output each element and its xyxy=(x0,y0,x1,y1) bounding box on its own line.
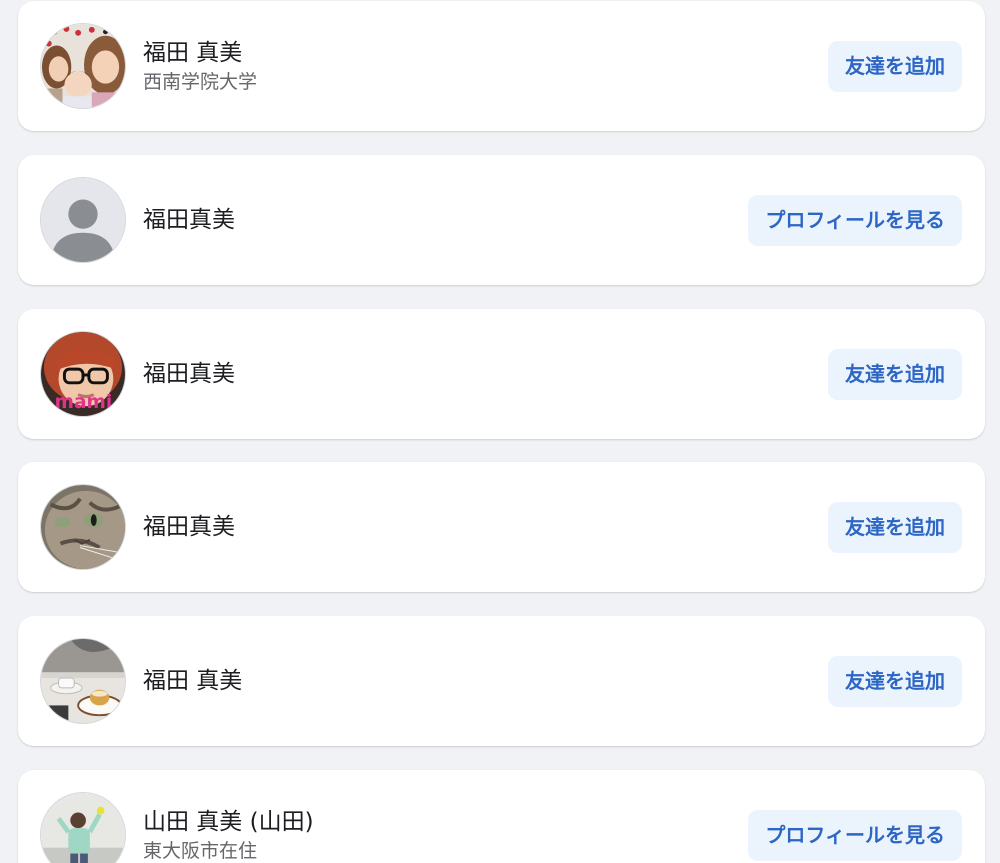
default-profile-silhouette-icon[interactable] xyxy=(40,177,126,263)
search-results-list: 福田 真美 西南学院大学 友達を追加 福田真美 プロフィールを見る mami 福… xyxy=(0,0,1000,863)
result-name[interactable]: 福田 真美 xyxy=(143,38,257,68)
result-card[interactable]: 山田 真美 (山田) 東大阪市在住 プロフィールを見る xyxy=(18,770,985,863)
photo-avatar-family-icon[interactable] xyxy=(40,23,126,109)
photo-avatar-cafe-icon[interactable] xyxy=(40,638,126,724)
result-card[interactable]: 福田真美 友達を追加 xyxy=(18,462,985,592)
svg-text:mami: mami xyxy=(55,392,113,413)
result-info: 福田真美 xyxy=(143,309,235,439)
result-subtitle: 西南学院大学 xyxy=(143,70,258,93)
result-info: 山田 真美 (山田) 東大阪市在住 xyxy=(143,770,314,863)
result-info: 福田真美 xyxy=(143,462,235,592)
result-name[interactable]: 福田真美 xyxy=(143,205,235,235)
add-friend-button[interactable]: 友達を追加 xyxy=(828,656,962,707)
result-info: 福田 真美 西南学院大学 xyxy=(143,1,257,131)
result-info: 福田真美 xyxy=(143,155,235,285)
result-card[interactable]: mami 福田真美 友達を追加 xyxy=(18,309,985,439)
add-friend-button[interactable]: 友達を追加 xyxy=(828,41,962,92)
result-name[interactable]: 福田真美 xyxy=(143,512,235,542)
result-card[interactable]: 福田 真美 友達を追加 xyxy=(18,616,985,746)
photo-avatar-glasses-icon[interactable]: mami xyxy=(40,331,126,417)
result-subtitle: 東大阪市在住 xyxy=(143,839,258,862)
view-profile-button[interactable]: プロフィールを見る xyxy=(748,810,962,861)
result-card[interactable]: 福田真美 プロフィールを見る xyxy=(18,155,985,285)
result-info: 福田 真美 xyxy=(143,616,242,746)
result-name[interactable]: 福田 真美 xyxy=(143,666,242,696)
view-profile-button[interactable]: プロフィールを見る xyxy=(748,195,962,246)
result-name[interactable]: 山田 真美 (山田) xyxy=(143,807,314,837)
add-friend-button[interactable]: 友達を追加 xyxy=(828,502,962,553)
add-friend-button[interactable]: 友達を追加 xyxy=(828,349,962,400)
photo-avatar-cat-icon[interactable] xyxy=(40,484,126,570)
photo-avatar-child-icon[interactable] xyxy=(40,792,126,863)
result-name[interactable]: 福田真美 xyxy=(143,359,235,389)
result-card[interactable]: 福田 真美 西南学院大学 友達を追加 xyxy=(18,1,985,131)
